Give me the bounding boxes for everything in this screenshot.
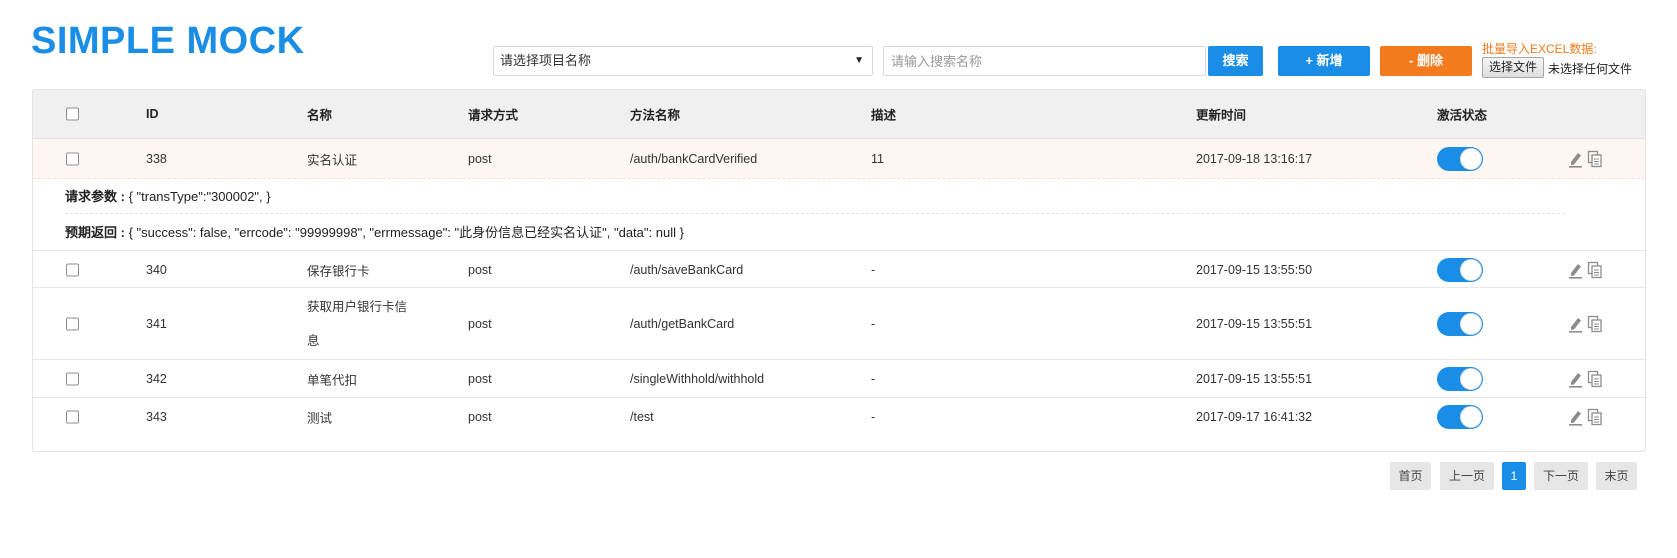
column-header-method: 请求方式	[468, 108, 519, 123]
row-method: post	[468, 316, 492, 331]
chevron-down-icon: ▼	[854, 55, 864, 66]
row-time: 2017-09-17 16:41:32	[1196, 410, 1313, 424]
row-name: 测试	[307, 411, 333, 426]
table-header: ID 名称 请求方式 方法名称 描述 更新时间 激活状态	[33, 90, 1645, 139]
row-path: /singleWithhold/withhold	[630, 371, 765, 386]
copy-icon[interactable]	[1587, 261, 1603, 279]
page-next-button[interactable]: 下一页	[1534, 462, 1588, 490]
page-current-button[interactable]: 1	[1502, 462, 1526, 490]
page-last-button[interactable]: 末页	[1596, 462, 1637, 490]
request-params-label: 请求参数 :	[65, 189, 129, 204]
row-path: /auth/saveBankCard	[630, 262, 744, 277]
row-name: 实名认证	[307, 153, 358, 167]
row-checkbox[interactable]	[66, 317, 79, 330]
copy-icon[interactable]	[1587, 408, 1603, 426]
table-row[interactable]: 341 获取用户银行卡信息 post /auth/getBankCard - 2…	[33, 288, 1645, 360]
table-row[interactable]: 343 测试 post /test - 2017-09-17 16:41:32	[33, 398, 1645, 436]
edit-icon[interactable]	[1568, 408, 1584, 426]
row-actions	[1568, 370, 1608, 388]
table-row[interactable]: 342 单笔代扣 post /singleWithhold/withhold -…	[33, 360, 1645, 398]
toggle-knob	[1460, 312, 1482, 335]
row-desc: -	[871, 410, 876, 424]
mock-table: ID 名称 请求方式 方法名称 描述 更新时间 激活状态 338 实名认证 po…	[32, 89, 1646, 452]
row-method: post	[468, 410, 492, 424]
row-path: /auth/getBankCard	[630, 316, 735, 331]
row-method: post	[468, 262, 492, 277]
search-button[interactable]: 搜索	[1208, 46, 1263, 76]
row-desc: -	[871, 262, 876, 277]
active-toggle[interactable]	[1437, 311, 1483, 336]
row-name: 单笔代扣	[307, 373, 358, 387]
import-label: 批量导入EXCEL数据:	[1482, 42, 1597, 56]
project-select-value: 请选择项目名称	[500, 53, 592, 68]
row-time: 2017-09-15 13:55:51	[1196, 316, 1313, 331]
choose-file-button[interactable]: 选择文件	[1482, 57, 1545, 78]
edit-icon[interactable]	[1568, 315, 1584, 333]
column-header-id: ID	[146, 107, 159, 121]
row-id: 338	[146, 151, 167, 166]
row-checkbox[interactable]	[66, 152, 79, 165]
row-name: 保存银行卡	[307, 264, 370, 278]
active-toggle[interactable]	[1437, 146, 1483, 171]
row-detail: 请求参数 : { "transType":"300002", } 预期返回 : …	[33, 179, 1645, 251]
copy-icon[interactable]	[1587, 150, 1603, 168]
column-header-time: 更新时间	[1196, 108, 1247, 123]
column-header-desc: 描述	[871, 108, 897, 123]
copy-icon[interactable]	[1587, 370, 1603, 388]
delete-button[interactable]: - 删除	[1380, 46, 1472, 76]
column-header-path: 方法名称	[630, 108, 681, 123]
row-path: /auth/bankCardVerified	[630, 151, 758, 166]
row-id: 342	[146, 371, 167, 386]
expected-response: 预期返回 : { "success": false, "errcode": "9…	[65, 222, 684, 241]
active-toggle[interactable]	[1437, 257, 1483, 282]
row-id: 341	[146, 316, 167, 331]
page-prev-button[interactable]: 上一页	[1440, 462, 1494, 490]
row-method: post	[468, 371, 492, 386]
toggle-knob	[1460, 147, 1482, 170]
file-status: 未选择任何文件	[1548, 62, 1633, 76]
request-params: 请求参数 : { "transType":"300002", }	[65, 186, 271, 205]
row-checkbox[interactable]	[66, 263, 79, 276]
edit-icon[interactable]	[1568, 261, 1584, 279]
toolbar: 请选择项目名称 ▼ 搜索 + 新增 - 删除 批量导入EXCEL数据: 选择文件…	[0, 42, 1677, 78]
row-id: 343	[146, 410, 167, 424]
row-time: 2017-09-18 13:16:17	[1196, 151, 1313, 166]
row-checkbox[interactable]	[66, 410, 79, 424]
row-desc: 11	[871, 151, 884, 166]
copy-icon[interactable]	[1587, 315, 1603, 333]
row-actions	[1568, 408, 1608, 426]
add-button[interactable]: + 新增	[1278, 46, 1370, 76]
row-checkbox[interactable]	[66, 372, 79, 385]
expected-response-label: 预期返回 :	[65, 225, 129, 240]
select-all-checkbox[interactable]	[66, 107, 79, 121]
row-id: 340	[146, 262, 167, 277]
table-row[interactable]: 340 保存银行卡 post /auth/saveBankCard - 2017…	[33, 252, 1645, 288]
row-actions	[1568, 150, 1608, 168]
request-params-value: { "transType":"300002", }	[128, 189, 271, 204]
page-first-button[interactable]: 首页	[1390, 462, 1431, 490]
expected-response-value: { "success": false, "errcode": "99999998…	[128, 225, 684, 240]
table-row[interactable]: 338 实名认证 post /auth/bankCardVerified 11 …	[33, 139, 1645, 179]
active-toggle[interactable]	[1437, 366, 1483, 391]
search-input[interactable]	[883, 46, 1206, 76]
row-path: /test	[630, 410, 654, 424]
row-time: 2017-09-15 13:55:51	[1196, 371, 1313, 386]
toggle-knob	[1460, 406, 1482, 428]
row-actions	[1568, 315, 1608, 333]
column-header-name: 名称	[307, 108, 333, 123]
row-time: 2017-09-15 13:55:50	[1196, 262, 1313, 277]
project-select[interactable]: 请选择项目名称 ▼	[493, 46, 873, 76]
row-name: 获取用户银行卡信息	[307, 299, 408, 348]
toggle-knob	[1460, 367, 1482, 390]
active-toggle[interactable]	[1437, 405, 1483, 429]
toggle-knob	[1460, 258, 1482, 281]
row-method: post	[468, 151, 492, 166]
row-desc: -	[871, 316, 876, 331]
column-header-active: 激活状态	[1437, 108, 1488, 123]
edit-icon[interactable]	[1568, 150, 1584, 168]
detail-divider	[65, 213, 1565, 214]
row-desc: -	[871, 371, 876, 386]
row-actions	[1568, 261, 1608, 279]
edit-icon[interactable]	[1568, 370, 1584, 388]
